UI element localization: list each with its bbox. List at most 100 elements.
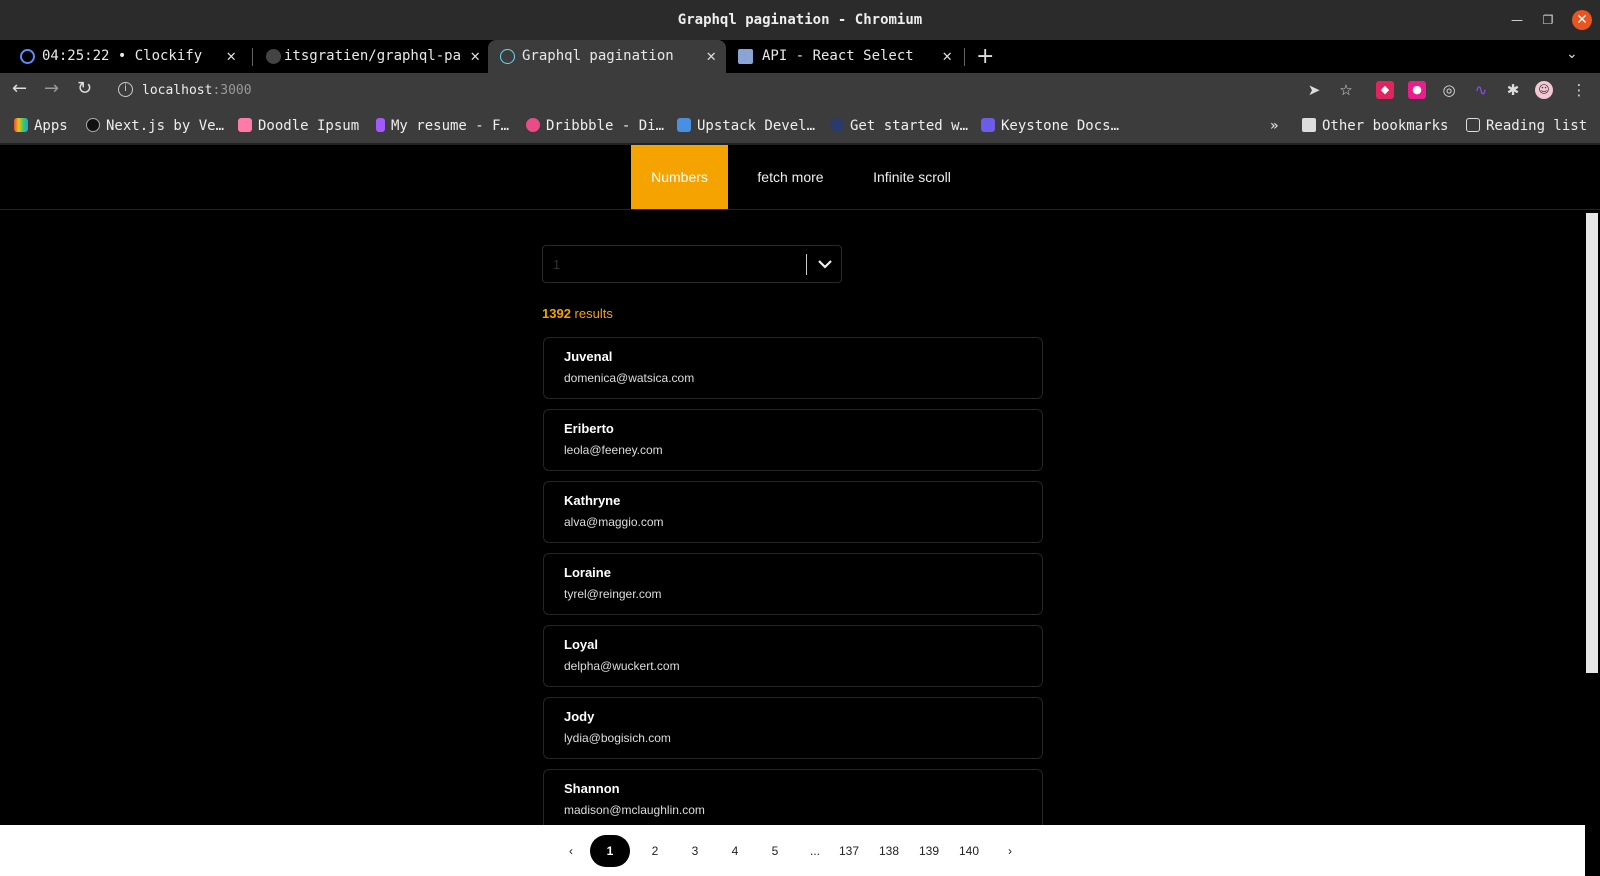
tab-react-select[interactable]: API - React Select ✕ bbox=[726, 40, 962, 73]
user-card[interactable]: Kathryne alva@maggio.com bbox=[543, 481, 1043, 543]
nav-numbers[interactable]: Numbers bbox=[631, 145, 728, 209]
tab-label: API - React Select bbox=[762, 48, 914, 64]
menu-kebab-icon[interactable]: ⋮ bbox=[1570, 81, 1588, 99]
get-started-icon bbox=[830, 118, 844, 132]
page-5-button[interactable]: 5 bbox=[760, 835, 790, 867]
user-name: Loyal bbox=[564, 637, 598, 652]
tab-graphql-pagination[interactable]: Graphql pagination ✕ bbox=[488, 40, 726, 73]
bookmark-get-started[interactable]: Get started w… bbox=[830, 118, 968, 134]
tab-label: 04:25:22 • Clockify bbox=[42, 48, 203, 64]
next-page-button[interactable]: › bbox=[1000, 835, 1020, 867]
page-scrollbar[interactable] bbox=[1585, 210, 1600, 810]
user-name: Eriberto bbox=[564, 421, 614, 436]
user-card[interactable]: Jody lydia@bogisich.com bbox=[543, 697, 1043, 759]
dribbble-icon bbox=[526, 118, 540, 132]
user-name: Juvenal bbox=[564, 349, 613, 364]
close-tab-icon[interactable]: ✕ bbox=[706, 46, 716, 65]
page-3-button[interactable]: 3 bbox=[680, 835, 710, 867]
profile-avatar-icon[interactable]: ☺ bbox=[1535, 81, 1553, 99]
user-list: Juvenal domenica@watsica.com Eriberto leol… bbox=[543, 337, 1043, 841]
nav-fetch-more[interactable]: fetch more bbox=[740, 145, 841, 209]
tab-search-chevron-icon[interactable]: ⌄ bbox=[1566, 46, 1578, 62]
user-card[interactable]: Juvenal domenica@watsica.com bbox=[543, 337, 1043, 399]
select-value: 1 bbox=[553, 257, 561, 272]
folder-icon bbox=[1302, 118, 1316, 132]
extension-red-icon[interactable]: ◆ bbox=[1376, 81, 1394, 99]
user-email: domenica@watsica.com bbox=[564, 371, 695, 385]
page-139-button[interactable]: 139 bbox=[914, 835, 944, 867]
info-icon[interactable]: i bbox=[118, 82, 133, 97]
doodle-icon bbox=[238, 118, 252, 132]
user-card[interactable]: Loraine tyrel@reinger.com bbox=[543, 553, 1043, 615]
user-email: tyrel@reinger.com bbox=[564, 587, 662, 601]
nextjs-icon bbox=[86, 118, 100, 132]
close-tab-icon[interactable]: ✕ bbox=[942, 46, 952, 65]
window-close-icon[interactable]: ✕ bbox=[1572, 10, 1592, 30]
user-card[interactable]: Eriberto leola@feeney.com bbox=[543, 409, 1043, 471]
new-tab-icon[interactable]: + bbox=[976, 44, 994, 69]
window-titlebar: Graphql pagination - Chromium — ❐ ✕ bbox=[0, 0, 1600, 40]
bookmark-reading-list[interactable]: Reading list bbox=[1466, 118, 1587, 134]
github-icon bbox=[266, 49, 281, 64]
user-name: Jody bbox=[564, 709, 595, 724]
react-icon bbox=[500, 49, 515, 64]
address-bar[interactable]: i localhost:3000 bbox=[108, 76, 1362, 105]
user-email: leola@feeney.com bbox=[564, 443, 663, 457]
select-separator bbox=[806, 254, 807, 275]
user-email: alva@maggio.com bbox=[564, 515, 664, 529]
react-select-icon bbox=[738, 49, 753, 64]
forward-icon[interactable]: → bbox=[44, 78, 59, 99]
results-count: 1392 results bbox=[542, 306, 613, 321]
extension-pink-icon[interactable]: ● bbox=[1408, 81, 1426, 99]
user-name: Kathryne bbox=[564, 493, 621, 508]
bookmark-other[interactable]: Other bookmarks bbox=[1302, 118, 1448, 134]
extension-target-icon[interactable]: ◎ bbox=[1440, 81, 1458, 99]
keystone-icon bbox=[981, 118, 995, 132]
page-138-button[interactable]: 138 bbox=[874, 835, 904, 867]
extensions-puzzle-icon[interactable]: ✱ bbox=[1504, 81, 1522, 99]
user-email: madison@mclaughlin.com bbox=[564, 803, 705, 817]
bookmark-doodle-ipsum[interactable]: Doodle Ipsum bbox=[238, 118, 359, 134]
send-icon[interactable]: ➤ bbox=[1305, 81, 1323, 99]
page-2-button[interactable]: 2 bbox=[640, 835, 670, 867]
user-card[interactable]: Loyal delpha@wuckert.com bbox=[543, 625, 1043, 687]
reload-icon[interactable]: ↻ bbox=[77, 78, 92, 99]
top-nav: Numbers fetch more Infinite scroll bbox=[0, 144, 1600, 210]
bookmark-upstack[interactable]: Upstack Devel… bbox=[677, 118, 815, 134]
bookmark-apps[interactable]: Apps bbox=[14, 118, 68, 134]
reading-list-icon bbox=[1466, 118, 1480, 132]
nav-infinite-scroll[interactable]: Infinite scroll bbox=[864, 145, 960, 209]
tab-label: Graphql pagination bbox=[522, 48, 674, 64]
clockify-icon bbox=[20, 49, 35, 64]
tab-clockify[interactable]: 04:25:22 • Clockify ✕ bbox=[8, 40, 246, 73]
page-4-button[interactable]: 4 bbox=[720, 835, 750, 867]
page-1-button[interactable]: 1 bbox=[590, 835, 630, 867]
bookmark-keystone[interactable]: Keystone Docs… bbox=[981, 118, 1119, 134]
bookmark-star-icon[interactable]: ☆ bbox=[1337, 81, 1355, 99]
tab-github[interactable]: itsgratien/graphql-pag ✕ bbox=[254, 40, 488, 73]
page-140-button[interactable]: 140 bbox=[954, 835, 984, 867]
close-tab-icon[interactable]: ✕ bbox=[470, 46, 480, 65]
page-137-button[interactable]: 137 bbox=[834, 835, 864, 867]
bookmark-nextjs[interactable]: Next.js by Ve… bbox=[86, 118, 224, 134]
page-select[interactable]: 1 bbox=[542, 245, 842, 283]
url-host: localhost bbox=[142, 83, 213, 98]
minimize-icon[interactable]: — bbox=[1507, 10, 1527, 30]
user-name: Shannon bbox=[564, 781, 620, 796]
bookmark-resume[interactable]: My resume - F… bbox=[376, 118, 509, 134]
more-bookmarks-icon[interactable]: » bbox=[1270, 118, 1278, 134]
close-tab-icon[interactable]: ✕ bbox=[226, 46, 236, 65]
figma-icon bbox=[376, 118, 385, 132]
prev-page-button[interactable]: ‹ bbox=[561, 835, 581, 867]
user-card[interactable]: Shannon madison@mclaughlin.com bbox=[543, 769, 1043, 831]
restore-icon[interactable]: ❐ bbox=[1538, 10, 1558, 30]
extension-wave-icon[interactable]: ∿ bbox=[1472, 81, 1490, 99]
back-icon[interactable]: ← bbox=[12, 78, 27, 99]
chevron-down-icon[interactable] bbox=[813, 254, 837, 274]
results-label: results bbox=[570, 306, 613, 321]
scrollbar-thumb[interactable] bbox=[1586, 213, 1598, 673]
results-number: 1392 bbox=[542, 306, 571, 321]
page-ellipsis[interactable]: ... bbox=[800, 835, 830, 867]
bookmark-dribbble[interactable]: Dribbble - Di… bbox=[526, 118, 664, 134]
tab-label: itsgratien/graphql-pag bbox=[284, 48, 462, 64]
